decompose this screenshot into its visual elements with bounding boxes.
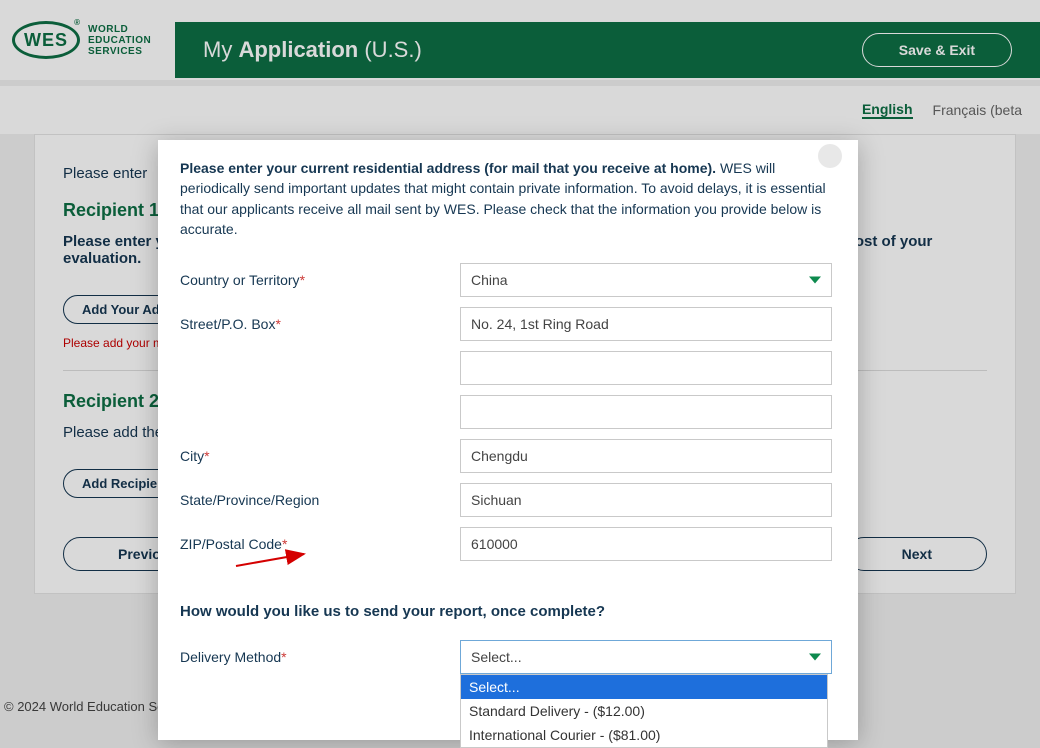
delivery-option-courier[interactable]: International Courier - ($81.00) xyxy=(461,723,827,747)
chevron-down-icon xyxy=(809,654,821,661)
save-exit-button[interactable]: Save & Exit xyxy=(862,33,1012,67)
delivery-dropdown: Select... Standard Delivery - ($12.00) I… xyxy=(460,674,828,748)
close-button[interactable] xyxy=(818,144,842,168)
label-zip: ZIP/Postal Code* xyxy=(180,536,460,552)
label-city: City* xyxy=(180,448,460,464)
label-street: Street/P.O. Box* xyxy=(180,316,460,332)
title-my: My xyxy=(203,37,232,62)
app-header: My Application (U.S.) Save & Exit xyxy=(175,22,1040,78)
label-city-text: City xyxy=(180,448,204,464)
wes-logo: WES WORLD EDUCATION SERVICES xyxy=(12,21,151,59)
required-mark: * xyxy=(281,649,286,665)
lang-english[interactable]: English xyxy=(862,101,913,119)
zip-input[interactable] xyxy=(460,527,832,561)
required-mark: * xyxy=(300,272,305,288)
modal-instructions: Please enter your current residential ad… xyxy=(180,158,836,239)
row-street: Street/P.O. Box* xyxy=(180,307,836,341)
row-delivery: Delivery Method* Select... Select... Sta… xyxy=(180,640,836,674)
row-street2 xyxy=(180,351,836,385)
title-region: (U.S.) xyxy=(364,37,421,62)
modal-lead-strong: Please enter your current residential ad… xyxy=(180,160,716,176)
required-mark: * xyxy=(204,448,209,464)
country-value: China xyxy=(471,272,508,288)
delivery-select[interactable]: Select... Select... Standard Delivery - … xyxy=(460,640,832,674)
page-title: My Application (U.S.) xyxy=(203,37,422,63)
language-bar: English Français (beta xyxy=(0,86,1040,134)
label-zip-text: ZIP/Postal Code xyxy=(180,536,282,552)
street3-input[interactable] xyxy=(460,395,832,429)
logo-ellipse: WES xyxy=(12,21,80,59)
row-street3 xyxy=(180,395,836,429)
label-delivery: Delivery Method* xyxy=(180,649,460,665)
country-select[interactable]: China xyxy=(460,263,832,297)
logo-line3: SERVICES xyxy=(88,46,151,57)
title-app: Application xyxy=(238,37,358,62)
row-city: City* xyxy=(180,439,836,473)
label-delivery-text: Delivery Method xyxy=(180,649,281,665)
row-zip: ZIP/Postal Code* xyxy=(180,527,836,561)
delivery-value: Select... xyxy=(471,649,522,665)
row-state: State/Province/Region xyxy=(180,483,836,517)
delivery-option-select[interactable]: Select... xyxy=(461,675,827,699)
required-mark: * xyxy=(282,536,287,552)
street-input[interactable] xyxy=(460,307,832,341)
city-input[interactable] xyxy=(460,439,832,473)
street2-input[interactable] xyxy=(460,351,832,385)
row-country: Country or Territory* China xyxy=(180,263,836,297)
label-country-text: Country or Territory xyxy=(180,272,300,288)
logo-text: WORLD EDUCATION SERVICES xyxy=(88,24,151,57)
next-button[interactable]: Next xyxy=(847,537,987,571)
label-state: State/Province/Region xyxy=(180,492,460,508)
state-input[interactable] xyxy=(460,483,832,517)
copyright: © 2024 World Education Serv xyxy=(4,699,175,714)
lang-francais[interactable]: Français (beta xyxy=(933,102,1022,118)
logo-line1: WORLD xyxy=(88,24,151,35)
send-question: How would you like us to send your repor… xyxy=(180,603,836,620)
chevron-down-icon xyxy=(809,277,821,284)
address-modal: Please enter your current residential ad… xyxy=(158,140,858,740)
delivery-option-standard[interactable]: Standard Delivery - ($12.00) xyxy=(461,699,827,723)
required-mark: * xyxy=(275,316,280,332)
label-street-text: Street/P.O. Box xyxy=(180,316,275,332)
label-country: Country or Territory* xyxy=(180,272,460,288)
logo-line2: EDUCATION xyxy=(88,35,151,46)
